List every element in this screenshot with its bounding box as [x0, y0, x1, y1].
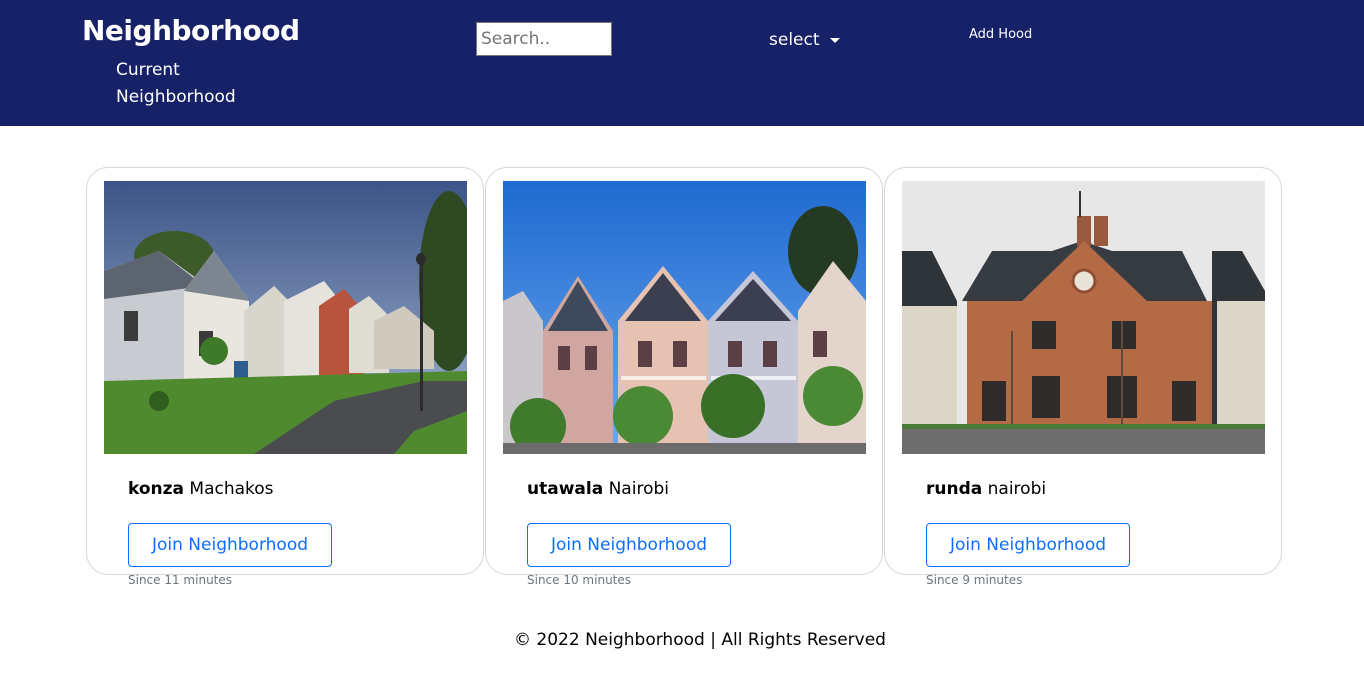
add-hood-link[interactable]: Add Hood	[969, 27, 1032, 42]
since-time: Since 11 minutes	[128, 573, 233, 587]
join-neighborhood-button[interactable]: Join Neighborhood	[527, 523, 731, 567]
neighborhood-image	[104, 181, 467, 454]
neighborhood-name: utawala	[527, 479, 604, 499]
current-neighborhood-link[interactable]: Current Neighborhood	[116, 57, 286, 111]
neighborhood-name: konza	[128, 479, 184, 499]
search-input[interactable]	[476, 22, 612, 56]
neighborhood-image	[902, 181, 1265, 454]
since-time: Since 10 minutes	[527, 573, 632, 587]
join-neighborhood-button[interactable]: Join Neighborhood	[926, 523, 1130, 567]
footer-copyright: © 2022 Neighborhood | All Rights Reserve…	[514, 630, 886, 650]
neighborhood-card: runda nairobi Join Neighborhood Since 9 …	[884, 167, 1282, 587]
select-label: select	[769, 30, 820, 50]
select-dropdown[interactable]: select	[769, 30, 840, 50]
since-time: Since 9 minutes	[926, 573, 1023, 587]
neighborhood-card: utawala Nairobi Join Neighborhood Since …	[485, 167, 883, 587]
neighborhood-title: utawala Nairobi	[527, 479, 669, 499]
caret-down-icon	[829, 37, 840, 43]
navbar: Neighborhood Current Neighborhood select…	[0, 0, 1364, 126]
join-neighborhood-button[interactable]: Join Neighborhood	[128, 523, 332, 567]
brand-logo[interactable]: Neighborhood	[82, 14, 300, 47]
neighborhood-title: konza Machakos	[128, 479, 274, 499]
neighborhood-card: konza Machakos Join Neighborhood Since 1…	[86, 167, 484, 587]
neighborhood-image	[503, 181, 866, 454]
neighborhood-location: Machakos	[189, 479, 274, 499]
neighborhood-name: runda	[926, 479, 983, 499]
neighborhood-location: nairobi	[987, 479, 1047, 499]
neighborhood-location: Nairobi	[608, 479, 669, 499]
neighborhood-title: runda nairobi	[926, 479, 1046, 499]
